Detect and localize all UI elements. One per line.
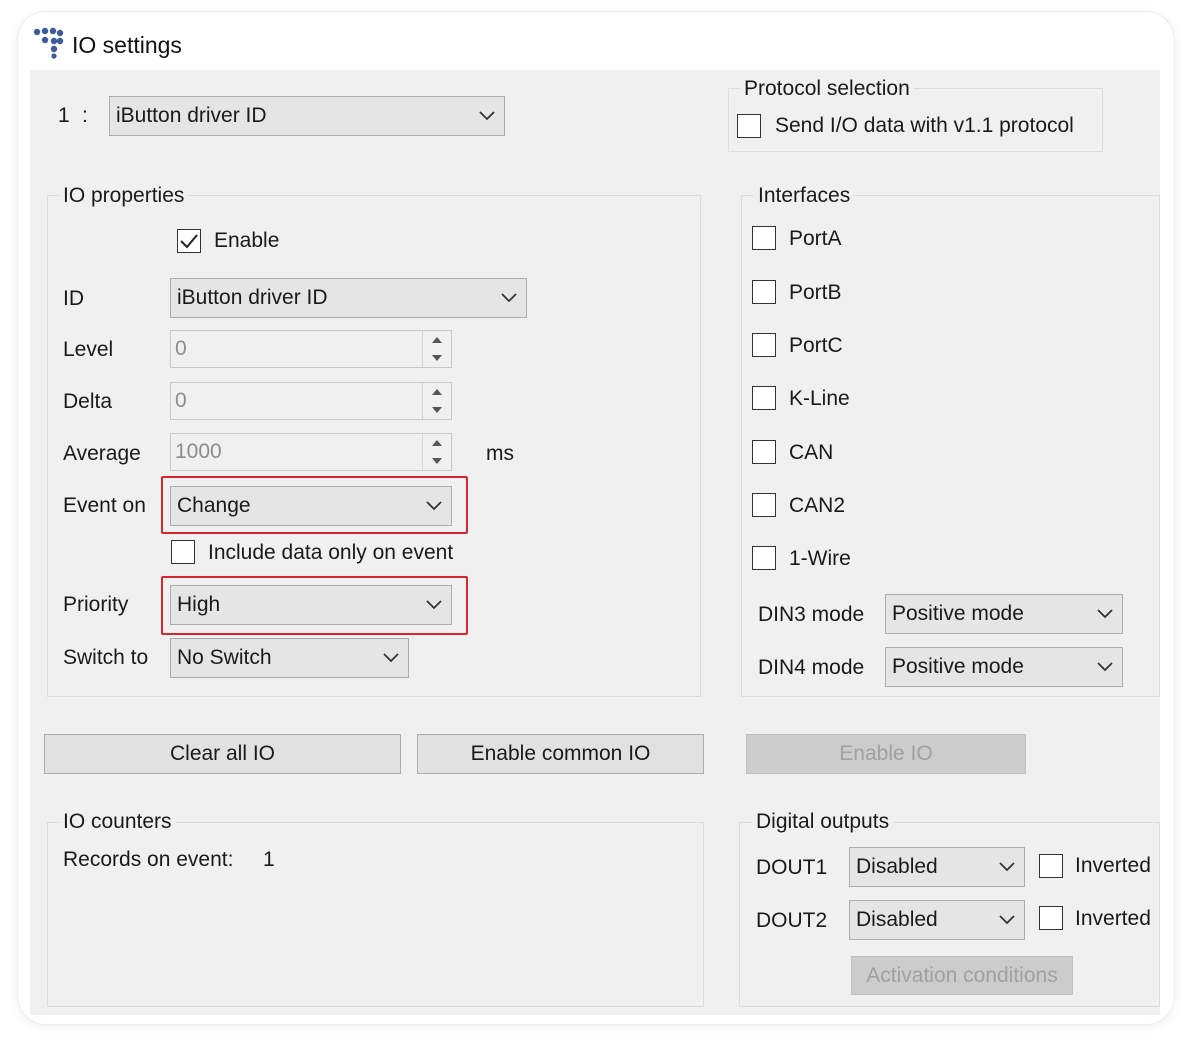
delta-value: 0 xyxy=(175,389,187,412)
chevron-down-icon xyxy=(417,487,451,525)
chevron-down-icon xyxy=(417,586,451,624)
portb-label: PortB xyxy=(789,281,842,304)
priority-label: Priority xyxy=(63,593,129,616)
event-on-value: Change xyxy=(177,494,251,517)
onewire-checkbox[interactable] xyxy=(752,546,776,570)
can2-label: CAN2 xyxy=(789,494,846,517)
records-on-event-label: Records on event: xyxy=(63,848,234,871)
title-bar xyxy=(30,24,1160,70)
din3-mode-combo[interactable]: Positive mode xyxy=(885,594,1123,634)
priority-value: High xyxy=(177,593,221,616)
enable-common-io-button[interactable]: Enable common IO xyxy=(417,734,704,774)
chevron-down-icon xyxy=(470,97,504,135)
porta-checkbox[interactable] xyxy=(752,226,776,250)
send-v11-checkbox[interactable] xyxy=(737,114,761,138)
din3-mode-label: DIN3 mode xyxy=(758,603,865,626)
activation-conditions-button[interactable]: Activation conditions xyxy=(851,956,1073,995)
enable-checkbox[interactable] xyxy=(177,229,201,253)
io-separator: : xyxy=(82,104,88,127)
portb-checkbox[interactable] xyxy=(752,280,776,304)
spin-up-icon[interactable] xyxy=(423,434,451,452)
chevron-down-icon xyxy=(990,901,1024,939)
chevron-down-icon xyxy=(990,848,1024,886)
dout2-combo[interactable]: Disabled xyxy=(849,900,1025,940)
clear-all-io-button[interactable]: Clear all IO xyxy=(44,734,401,774)
din4-mode-label: DIN4 mode xyxy=(758,656,865,679)
id-combo[interactable]: iButton driver ID xyxy=(170,278,527,318)
interfaces-label: Interfaces xyxy=(754,184,855,208)
enable-io-button[interactable]: Enable IO xyxy=(746,734,1026,774)
kline-checkbox[interactable] xyxy=(752,386,776,410)
chevron-down-icon xyxy=(492,279,526,317)
spin-up-icon[interactable] xyxy=(423,331,451,349)
average-label: Average xyxy=(63,442,141,465)
porta-label: PortA xyxy=(789,227,842,250)
dout1-value: Disabled xyxy=(856,855,938,878)
spin-down-icon[interactable] xyxy=(423,452,451,470)
portc-label: PortC xyxy=(789,334,843,357)
records-on-event-value: 1 xyxy=(263,848,275,871)
dout2-value: Disabled xyxy=(856,908,938,931)
onewire-label: 1-Wire xyxy=(789,547,851,570)
io-selector-value: iButton driver ID xyxy=(116,104,267,127)
chevron-down-icon xyxy=(374,639,408,677)
level-value: 0 xyxy=(175,337,187,360)
dout1-inverted-label: Inverted xyxy=(1075,854,1151,877)
check-icon xyxy=(180,234,198,249)
can2-checkbox[interactable] xyxy=(752,493,776,517)
event-on-combo[interactable]: Change xyxy=(170,486,452,526)
dout1-label: DOUT1 xyxy=(756,856,828,879)
can-label: CAN xyxy=(789,441,834,464)
chevron-down-icon xyxy=(1088,595,1122,633)
delta-spinbox[interactable]: 0 xyxy=(170,382,452,420)
din4-mode-combo[interactable]: Positive mode xyxy=(885,647,1123,687)
send-v11-label: Send I/O data with v1.1 protocol xyxy=(775,114,1074,137)
switch-to-label: Switch to xyxy=(63,646,149,669)
dout2-inverted-checkbox[interactable] xyxy=(1039,906,1063,930)
digital-outputs-label: Digital outputs xyxy=(752,810,894,834)
spin-down-icon[interactable] xyxy=(423,401,451,419)
id-label: ID xyxy=(63,287,84,310)
include-data-checkbox[interactable] xyxy=(171,540,195,564)
average-value: 1000 xyxy=(175,440,222,463)
level-spinbox[interactable]: 0 xyxy=(170,330,452,368)
dout2-inverted-label: Inverted xyxy=(1075,907,1151,930)
id-value: iButton driver ID xyxy=(177,286,328,309)
protocol-group-label: Protocol selection xyxy=(740,77,914,101)
dout2-label: DOUT2 xyxy=(756,909,828,932)
event-on-label: Event on xyxy=(63,494,146,517)
din3-mode-value: Positive mode xyxy=(892,602,1024,625)
spin-down-icon[interactable] xyxy=(423,349,451,367)
include-data-label: Include data only on event xyxy=(208,541,454,564)
app-logo-icon xyxy=(33,27,64,59)
io-properties-label: IO properties xyxy=(59,184,189,208)
priority-combo[interactable]: High xyxy=(170,585,452,625)
dout1-inverted-checkbox[interactable] xyxy=(1039,854,1063,878)
switch-to-combo[interactable]: No Switch xyxy=(170,638,409,678)
delta-label: Delta xyxy=(63,390,113,413)
io-selector-combo[interactable]: iButton driver ID xyxy=(109,96,505,136)
can-checkbox[interactable] xyxy=(752,440,776,464)
enable-label: Enable xyxy=(214,229,280,252)
spin-up-icon[interactable] xyxy=(423,383,451,401)
chevron-down-icon xyxy=(1088,648,1122,686)
io-counters-label: IO counters xyxy=(59,810,176,834)
switch-to-value: No Switch xyxy=(177,646,272,669)
portc-checkbox[interactable] xyxy=(752,333,776,357)
dout1-combo[interactable]: Disabled xyxy=(849,847,1025,887)
kline-label: K-Line xyxy=(789,387,850,410)
io-index: 1 xyxy=(58,104,70,127)
average-spinbox[interactable]: 1000 xyxy=(170,433,452,471)
window-title: IO settings xyxy=(72,32,182,58)
average-unit: ms xyxy=(486,442,514,465)
level-label: Level xyxy=(63,338,114,361)
din4-mode-value: Positive mode xyxy=(892,655,1024,678)
